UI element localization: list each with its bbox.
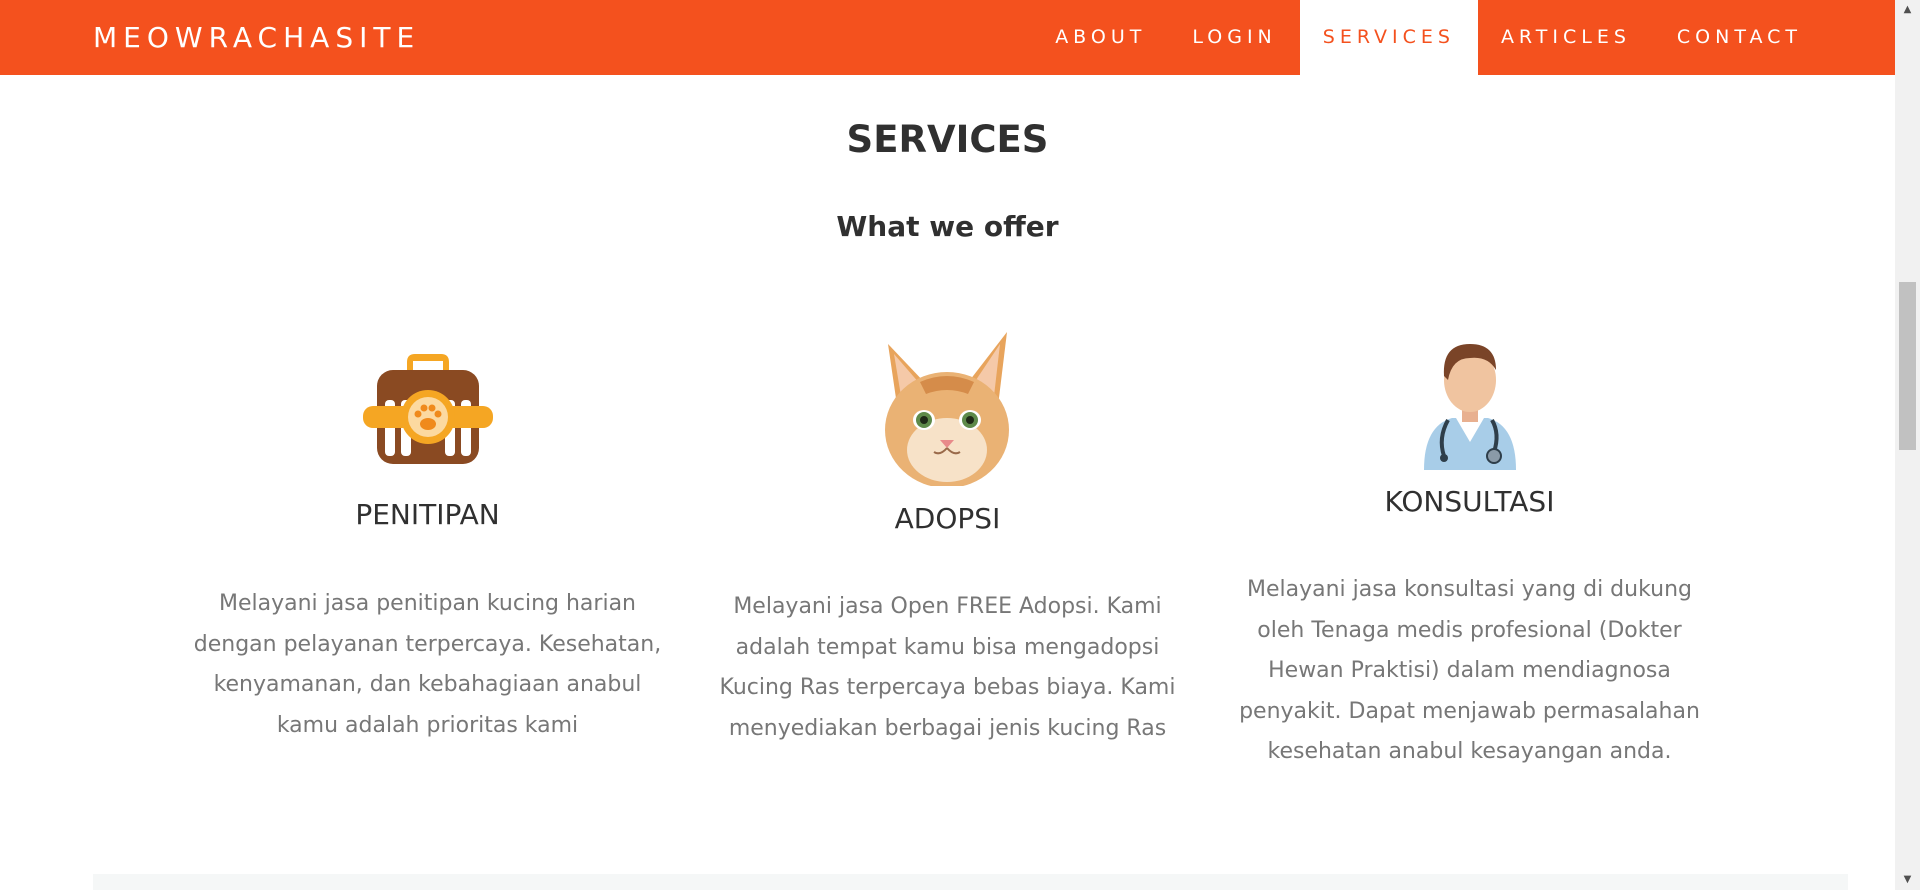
cat-photo <box>880 332 1015 491</box>
service-card-konsultasi: KONSULTASI Melayani jasa konsultasi yang… <box>1232 330 1707 770</box>
top-navbar: MEOWRACHASITE ABOUT LOGIN SERVICES ARTIC… <box>0 0 1895 75</box>
service-description: Melayani jasa konsultasi yang di dukung … <box>1239 577 1700 764</box>
service-description: Melayani jasa penitipan kucing harian de… <box>193 591 662 738</box>
nav-item-about[interactable]: ABOUT <box>1033 0 1169 75</box>
nav-item-contact[interactable]: CONTACT <box>1654 0 1895 75</box>
nav-item-articles[interactable]: ARTICLES <box>1478 0 1654 75</box>
scroll-down-arrow-icon[interactable]: ▼ <box>1895 870 1920 890</box>
pet-carrier-icon <box>363 350 493 473</box>
scroll-up-arrow-icon[interactable]: ▲ <box>1895 0 1920 20</box>
service-description: Melayani jasa Open FREE Adopsi. Kami ada… <box>719 594 1176 741</box>
scroll-thumb[interactable] <box>1899 282 1916 450</box>
service-card-adopsi: ADOPSI Melayani jasa Open FREE Adopsi. K… <box>710 330 1185 750</box>
service-title: KONSULTASI <box>1384 485 1555 518</box>
service-card-penitipan: PENITIPAN Melayani jasa penitipan kucing… <box>190 330 665 750</box>
service-title: ADOPSI <box>894 502 1001 535</box>
next-section-edge <box>93 874 1848 890</box>
service-title: PENITIPAN <box>355 498 500 531</box>
nav-item-services[interactable]: SERVICES <box>1299 0 1478 75</box>
page-scrollbar[interactable]: ▲ ▼ <box>1895 0 1920 890</box>
nav-menu: ABOUT LOGIN SERVICES ARTICLES CONTACT <box>1033 0 1895 75</box>
nav-item-login[interactable]: LOGIN <box>1169 0 1299 75</box>
section-title: SERVICES <box>846 118 1049 161</box>
doctor-icon <box>1402 334 1537 475</box>
brand-logo[interactable]: MEOWRACHASITE <box>93 0 420 75</box>
section-subtitle: What we offer <box>836 210 1059 243</box>
